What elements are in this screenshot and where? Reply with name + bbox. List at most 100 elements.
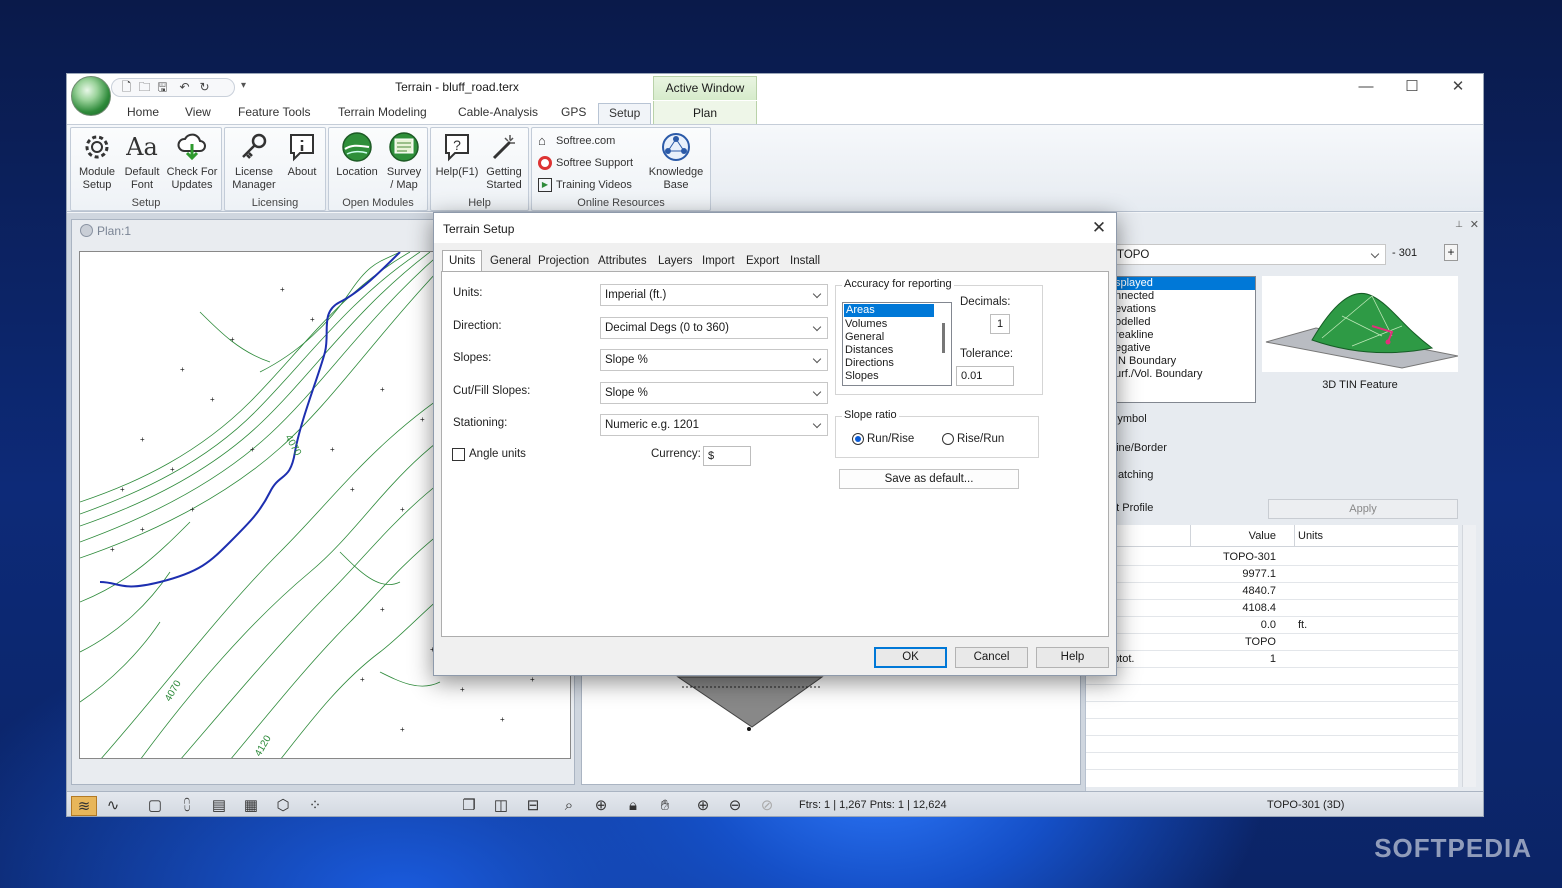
zoom-in-icon[interactable]: ⊕	[693, 796, 713, 816]
rise-run-radio[interactable]	[942, 433, 954, 445]
training-videos-button[interactable]: ▶ Training Videos	[538, 178, 632, 192]
survey-map-button[interactable]: Survey / Map	[382, 130, 426, 192]
tab-view[interactable]: View	[185, 105, 211, 119]
list-item[interactable]: Areas	[844, 304, 934, 317]
units-select[interactable]: Imperial (ft.)	[600, 284, 828, 306]
save-icon[interactable]: 🖫	[156, 81, 169, 94]
run-rise-radio[interactable]	[852, 433, 864, 445]
cutfill-select[interactable]: Slope %	[600, 382, 828, 404]
list-item[interactable]: Distances	[843, 344, 951, 357]
knowledge-base-button[interactable]: Knowledge Base	[644, 130, 708, 192]
list-item[interactable]: Directions	[843, 357, 951, 370]
qat-dropdown-icon[interactable]: ▾	[241, 80, 246, 91]
softree-com-button[interactable]: ⌂ Softree.com	[538, 134, 615, 148]
help-button[interactable]: Help	[1036, 647, 1109, 668]
tab-install[interactable]: Install	[790, 255, 820, 267]
list-item[interactable]: egative	[1113, 342, 1255, 355]
license-manager-button[interactable]: License Manager	[228, 130, 280, 192]
close-button[interactable]: ✕	[1435, 77, 1481, 97]
tile-horizontal-icon[interactable]: ⊟	[523, 796, 543, 816]
layers-icon[interactable]: ▤	[209, 796, 229, 816]
accuracy-list[interactable]: Areas Volumes General Distances Directio…	[842, 302, 952, 386]
default-font-button[interactable]: Aa Default Font	[121, 130, 163, 192]
help-button[interactable]: ? Help(F1)	[433, 130, 481, 179]
tab-home[interactable]: Home	[127, 105, 159, 119]
stationing-select[interactable]: Numeric e.g. 1201	[600, 414, 828, 436]
softree-support-button[interactable]: Softree Support	[538, 156, 633, 170]
getting-started-button[interactable]: Getting Started	[481, 130, 527, 192]
tab-units[interactable]: Units	[442, 250, 483, 272]
location-button[interactable]: Location	[332, 130, 382, 179]
table-row[interactable]: ts Subtot.1	[1086, 651, 1458, 668]
tab-projection[interactable]: Projection	[538, 255, 589, 267]
3d-view-window[interactable]	[581, 666, 1081, 785]
table-row[interactable]: ing9977.1	[1086, 566, 1458, 583]
new-icon[interactable]: 🗋	[120, 81, 133, 94]
open-icon[interactable]: 🗀	[138, 81, 151, 94]
maximize-button[interactable]: ☐	[1389, 77, 1435, 97]
list-item[interactable]: General	[843, 331, 951, 344]
ok-button[interactable]: OK	[874, 647, 947, 668]
accuracy-scrollbar[interactable]	[942, 323, 945, 353]
pin-icon[interactable]: ⊥	[1455, 219, 1463, 230]
currency-input[interactable]: $	[703, 446, 751, 466]
tab-terrain-modeling[interactable]: Terrain Modeling	[338, 105, 427, 119]
list-item[interactable]: odelled	[1113, 316, 1255, 329]
apply-button[interactable]: Apply	[1268, 499, 1458, 519]
list-item[interactable]: IN Boundary	[1113, 355, 1255, 368]
application-menu-icon[interactable]	[71, 76, 111, 116]
line-border-label[interactable]: Line/Border	[1110, 442, 1167, 454]
check-updates-button[interactable]: Check For Updates	[164, 130, 220, 192]
list-item[interactable]: evations	[1113, 303, 1255, 316]
tab-plan[interactable]: Plan	[653, 101, 757, 125]
table-row[interactable]: ation4108.4	[1086, 600, 1458, 617]
line-tool-icon[interactable]: ∿	[103, 796, 123, 816]
angle-units-checkbox[interactable]	[452, 448, 465, 461]
list-item[interactable]: nnected	[1113, 290, 1255, 303]
redo-icon[interactable]: ↻	[198, 81, 211, 94]
zoom-disabled-icon[interactable]: ⊘	[757, 796, 777, 816]
table-row[interactable]: nameTOPO-301	[1086, 549, 1458, 566]
road-icon[interactable]: ⩇	[177, 796, 197, 816]
about-button[interactable]: About	[281, 130, 323, 179]
tolerance-input[interactable]: 0.01	[956, 366, 1014, 386]
add-button[interactable]: +	[1444, 244, 1458, 261]
points-icon[interactable]: ⁘	[305, 796, 325, 816]
table-row[interactable]: hing4840.7	[1086, 583, 1458, 600]
cascade-icon[interactable]: ❐	[459, 796, 479, 816]
tab-feature-tools[interactable]: Feature Tools	[238, 105, 311, 119]
pan-hand-icon[interactable]: ✋︎	[655, 796, 675, 816]
table-row[interactable]: mentTOPO	[1086, 634, 1458, 651]
minimize-button[interactable]: —	[1343, 77, 1389, 97]
list-item[interactable]: reakline	[1113, 329, 1255, 342]
zoom-window-icon[interactable]: ⊕	[591, 796, 611, 816]
zoom-out-icon[interactable]: ⊖	[725, 796, 745, 816]
tab-setup[interactable]: Setup	[598, 103, 652, 125]
tab-import[interactable]: Import	[702, 255, 735, 267]
tab-export[interactable]: Export	[746, 255, 779, 267]
save-as-default-button[interactable]: Save as default...	[839, 469, 1019, 489]
dialog-close-icon[interactable]: ✕	[1088, 217, 1110, 239]
slopes-select[interactable]: Slope %	[600, 349, 828, 371]
tab-cable-analysis[interactable]: Cable-Analysis	[458, 105, 538, 119]
tab-attributes[interactable]: Attributes	[598, 255, 647, 267]
feature-attributes-list[interactable]: splayed nnected evations odelled reaklin…	[1112, 276, 1256, 403]
list-item[interactable]: Volumes	[843, 318, 951, 331]
decimals-input[interactable]: 1	[990, 314, 1010, 334]
table-icon[interactable]: ▦	[241, 796, 261, 816]
cancel-button[interactable]: Cancel	[955, 647, 1028, 668]
list-item[interactable]: urf./Vol. Boundary	[1113, 368, 1255, 381]
zoom-icon[interactable]: ⌕	[559, 796, 579, 816]
list-item[interactable]: Slopes	[843, 370, 951, 383]
contour-tool-icon[interactable]: ≋	[71, 796, 97, 816]
feature-type-select[interactable]: TOPO	[1112, 244, 1386, 265]
module-setup-button[interactable]: Module Setup	[74, 130, 120, 192]
list-item[interactable]: splayed	[1113, 277, 1255, 290]
table-row[interactable]: gth0.0ft.	[1086, 617, 1458, 634]
cube-icon[interactable]: ▢	[145, 796, 165, 816]
tab-general[interactable]: General	[490, 255, 531, 267]
tab-layers[interactable]: Layers	[658, 255, 693, 267]
direction-select[interactable]: Decimal Degs (0 to 360)	[600, 317, 828, 339]
properties-scrollbar[interactable]	[1462, 525, 1476, 787]
lock-icon[interactable]: 🔒︎	[623, 796, 643, 816]
